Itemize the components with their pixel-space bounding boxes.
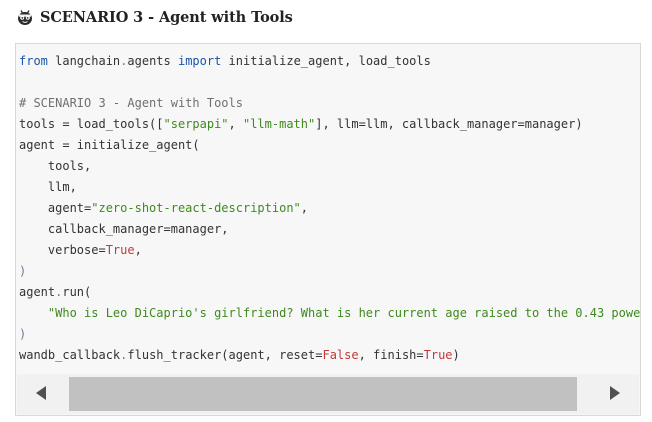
bee-mascot-icon bbox=[16, 8, 34, 26]
code-token: verbose= bbox=[19, 243, 106, 257]
code-line: tools = load_tools(["serpapi", "llm-math… bbox=[19, 114, 640, 135]
code-token: initialize_agent, load_tools bbox=[221, 54, 431, 68]
code-token: agents bbox=[127, 54, 178, 68]
code-token: import bbox=[177, 54, 222, 68]
code-token: agent = initialize_agent( bbox=[19, 138, 200, 152]
section-heading: SCENARIO 3 - Agent with Tools bbox=[16, 6, 293, 28]
code-token: True bbox=[105, 243, 135, 257]
code-token: "zero-shot-react-description" bbox=[91, 201, 301, 215]
code-token: tools = load_tools([ bbox=[19, 117, 164, 131]
code-token: ) bbox=[19, 327, 27, 341]
code-token: ) bbox=[19, 264, 27, 278]
code-token: "serpapi" bbox=[163, 117, 229, 131]
triangle-left-icon bbox=[36, 385, 48, 404]
code-line: # SCENARIO 3 - Agent with Tools bbox=[19, 93, 640, 114]
code-token: flush_tracker(agent, reset= bbox=[127, 348, 323, 362]
code-viewport: from langchain.agents import initialize_… bbox=[16, 44, 640, 374]
code-token: callback_manager=manager, bbox=[19, 222, 229, 236]
scroll-right-button[interactable] bbox=[589, 374, 639, 414]
horizontal-scrollbar[interactable] bbox=[17, 374, 639, 414]
code-line: ) bbox=[19, 324, 640, 345]
code-token: ], llm=llm, callback_manager=manager) bbox=[315, 117, 583, 131]
code-token: llm, bbox=[19, 180, 77, 194]
code-token: , bbox=[134, 243, 142, 257]
code-token: False bbox=[322, 348, 359, 362]
code-line: wandb_callback.flush_tracker(agent, rese… bbox=[19, 345, 640, 366]
scroll-left-button[interactable] bbox=[17, 374, 67, 414]
scrollbar-thumb[interactable] bbox=[69, 377, 577, 411]
code-line: agent = initialize_agent( bbox=[19, 135, 640, 156]
code-token: "llm-math" bbox=[242, 117, 316, 131]
code-line: llm, bbox=[19, 177, 640, 198]
code-token: ) bbox=[452, 348, 460, 362]
code-token: agent= bbox=[19, 201, 92, 215]
code-block: from langchain.agents import initialize_… bbox=[15, 43, 641, 416]
code-token: # SCENARIO 3 - Agent with Tools bbox=[19, 96, 243, 110]
code-line: agent="zero-shot-react-description", bbox=[19, 198, 640, 219]
code-token: langchain bbox=[47, 54, 121, 68]
code-line: "Who is Leo DiCaprio's girlfriend? What … bbox=[19, 303, 640, 324]
code-token: tools, bbox=[19, 159, 92, 173]
code-line: ) bbox=[19, 261, 640, 282]
code-line: tools, bbox=[19, 156, 640, 177]
scrollbar-track[interactable] bbox=[69, 377, 587, 411]
code-line: callback_manager=manager, bbox=[19, 219, 640, 240]
code-token: agent bbox=[19, 285, 56, 299]
code-line: agent.run( bbox=[19, 282, 640, 303]
code-token: wandb_callback bbox=[19, 348, 121, 362]
code-token: "Who is Leo DiCaprio's girlfriend? What … bbox=[47, 306, 640, 320]
code-content: from langchain.agents import initialize_… bbox=[16, 44, 640, 366]
triangle-right-icon bbox=[608, 385, 620, 404]
code-line: from langchain.agents import initialize_… bbox=[19, 51, 640, 72]
code-token: , finish= bbox=[358, 348, 424, 362]
code-token: , bbox=[300, 201, 308, 215]
page-title: SCENARIO 3 - Agent with Tools bbox=[40, 8, 293, 26]
code-token: from bbox=[19, 54, 48, 68]
code-token: run( bbox=[62, 285, 92, 299]
code-token: True bbox=[423, 348, 453, 362]
code-line: verbose=True, bbox=[19, 240, 640, 261]
code-token: , bbox=[228, 117, 243, 131]
